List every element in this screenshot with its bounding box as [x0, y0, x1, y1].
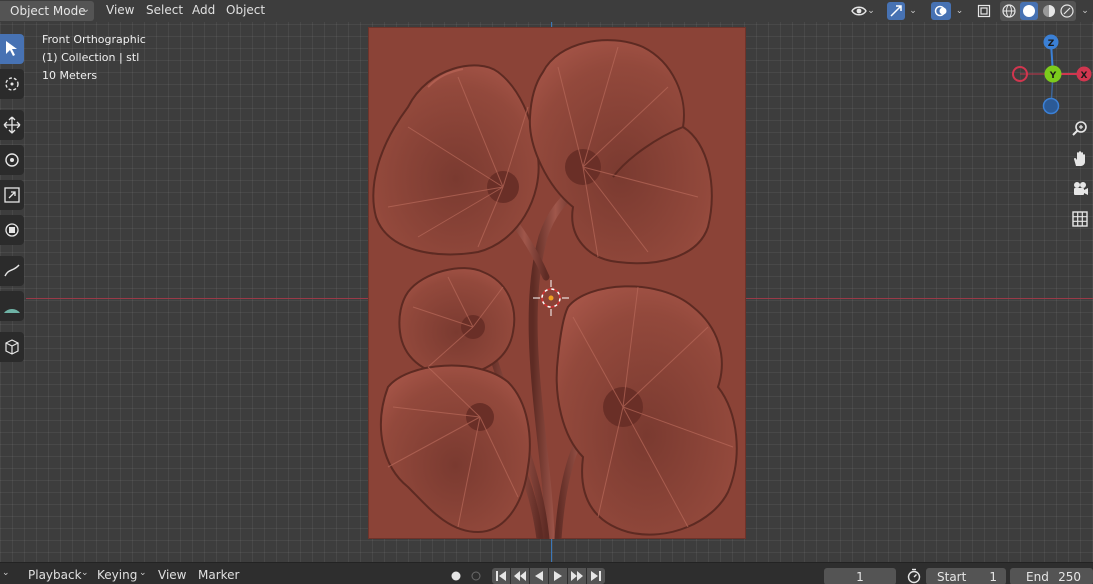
- gizmo-icon: [887, 2, 906, 20]
- eye-icon: [851, 6, 868, 16]
- viewport-header: Object Mode ⌄ View Select Add Object ⌄ ⌄…: [0, 0, 1093, 22]
- chevron-down-icon: ⌄: [1081, 6, 1089, 16]
- measure-tool[interactable]: [0, 291, 24, 321]
- play-reverse-icon: [535, 571, 543, 581]
- select-tool[interactable]: [0, 34, 24, 64]
- end-frame-field[interactable]: End 250: [1010, 568, 1093, 584]
- magnifier-icon: [1072, 121, 1087, 136]
- menu-select[interactable]: Select: [146, 3, 183, 17]
- current-frame-value: 1: [856, 569, 864, 584]
- visibility-dropdown[interactable]: ⌄: [848, 1, 878, 21]
- 3d-cursor-icon: [5, 77, 19, 91]
- navigation-gizmo[interactable]: Z X Y: [1010, 30, 1093, 120]
- start-label: Start: [937, 569, 967, 584]
- end-value: 250: [1058, 569, 1081, 584]
- scale-icon: [4, 187, 20, 203]
- pan-button[interactable]: [1068, 147, 1092, 171]
- jump-end-button[interactable]: [587, 568, 605, 584]
- chevron-down-icon[interactable]: ⌄: [2, 568, 10, 578]
- menu-timeline-view[interactable]: View: [158, 568, 186, 582]
- start-frame-field[interactable]: Start 1: [926, 568, 1006, 584]
- xray-toggle[interactable]: [974, 1, 994, 21]
- cube-icon: [5, 339, 19, 355]
- grid-scale: 10 Meters: [42, 69, 98, 82]
- mode-dropdown[interactable]: Object Mode ⌄: [0, 1, 94, 21]
- jump-keyframe-back-button[interactable]: [511, 568, 529, 584]
- play-icon: [554, 571, 562, 581]
- menu-add[interactable]: Add: [192, 3, 215, 17]
- move-icon: [3, 116, 21, 134]
- transform-tool[interactable]: [0, 215, 24, 245]
- overlays-icon: [930, 2, 951, 20]
- perspective-toggle-button[interactable]: [1068, 207, 1092, 231]
- zoom-button[interactable]: [1068, 117, 1092, 141]
- poppy-middle-left: [398, 267, 516, 377]
- y-axis-label: Y: [1049, 71, 1057, 81]
- skip-end-icon: [591, 571, 601, 581]
- chevron-down-icon: ⌄: [81, 568, 89, 578]
- scale-tool[interactable]: [0, 180, 24, 210]
- transform-icon: [5, 223, 19, 237]
- gizmo-toggle[interactable]: ⌄: [884, 1, 920, 21]
- menu-marker[interactable]: Marker: [198, 568, 239, 582]
- hand-icon: [1074, 151, 1085, 166]
- mode-label: Object Mode: [10, 4, 86, 18]
- play-reverse-button[interactable]: [530, 568, 548, 584]
- chevron-down-icon: ⌄: [139, 568, 147, 578]
- jump-start-button[interactable]: [492, 568, 510, 584]
- x-axis-label: X: [1081, 71, 1088, 81]
- annotate-tool[interactable]: [0, 256, 24, 286]
- chevron-down-icon: ⌄: [909, 6, 917, 16]
- rotate-tool[interactable]: [0, 145, 24, 175]
- camera-view-button[interactable]: [1068, 177, 1092, 201]
- rotate-icon: [5, 153, 19, 167]
- menu-object[interactable]: Object: [226, 3, 265, 17]
- menu-keying[interactable]: Keying: [97, 568, 137, 582]
- start-value: 1: [989, 569, 997, 584]
- record-icon[interactable]: [450, 570, 462, 582]
- chevron-down-icon: ⌄: [81, 4, 90, 15]
- camera-icon: [1074, 182, 1088, 195]
- chevron-down-icon: ⌄: [955, 6, 964, 16]
- auto-key-icon[interactable]: [470, 570, 482, 582]
- menu-playback[interactable]: Playback: [28, 568, 82, 582]
- stopwatch-icon[interactable]: [906, 568, 922, 584]
- material-shading-icon[interactable]: [1042, 4, 1056, 18]
- timeline-bar: ⌄ Playback ⌄ Keying ⌄ View Marker 1 Star…: [0, 562, 1093, 584]
- pencil-icon: [4, 264, 20, 277]
- grid-icon: [1072, 211, 1088, 227]
- shading-modes: [1000, 1, 1076, 21]
- end-label: End: [1026, 569, 1049, 584]
- collection-info: (1) Collection | stl: [42, 51, 140, 64]
- play-button[interactable]: [549, 568, 567, 584]
- xray-icon: [977, 4, 991, 18]
- menu-view[interactable]: View: [106, 3, 134, 17]
- add-cube-tool[interactable]: [0, 332, 24, 362]
- current-frame-field[interactable]: 1: [824, 568, 896, 584]
- cursor-tool[interactable]: [0, 69, 24, 99]
- 3d-viewport[interactable]: Front Orthographic (1) Collection | stl …: [0, 22, 1093, 562]
- keyframe-forward-icon: [571, 571, 583, 581]
- z-axis-label: Z: [1048, 39, 1055, 49]
- shading-dropdown[interactable]: ⌄: [1078, 1, 1092, 21]
- rendered-shading-icon[interactable]: [1060, 4, 1074, 18]
- chevron-down-icon: ⌄: [867, 6, 875, 16]
- keyframe-back-icon: [514, 571, 526, 581]
- skip-start-icon: [496, 571, 506, 581]
- move-tool[interactable]: [0, 110, 24, 140]
- jump-keyframe-forward-button[interactable]: [568, 568, 586, 584]
- cursor-arrow-icon: [6, 41, 17, 56]
- view-name: Front Orthographic: [42, 33, 146, 46]
- neg-z-handle[interactable]: [1042, 97, 1060, 115]
- solid-shading-icon[interactable]: [1020, 2, 1038, 20]
- ruler-icon: [4, 309, 20, 313]
- overlays-toggle[interactable]: ⌄: [928, 1, 966, 21]
- wireframe-shading-icon[interactable]: [1002, 4, 1016, 18]
- relief-model[interactable]: [368, 27, 746, 539]
